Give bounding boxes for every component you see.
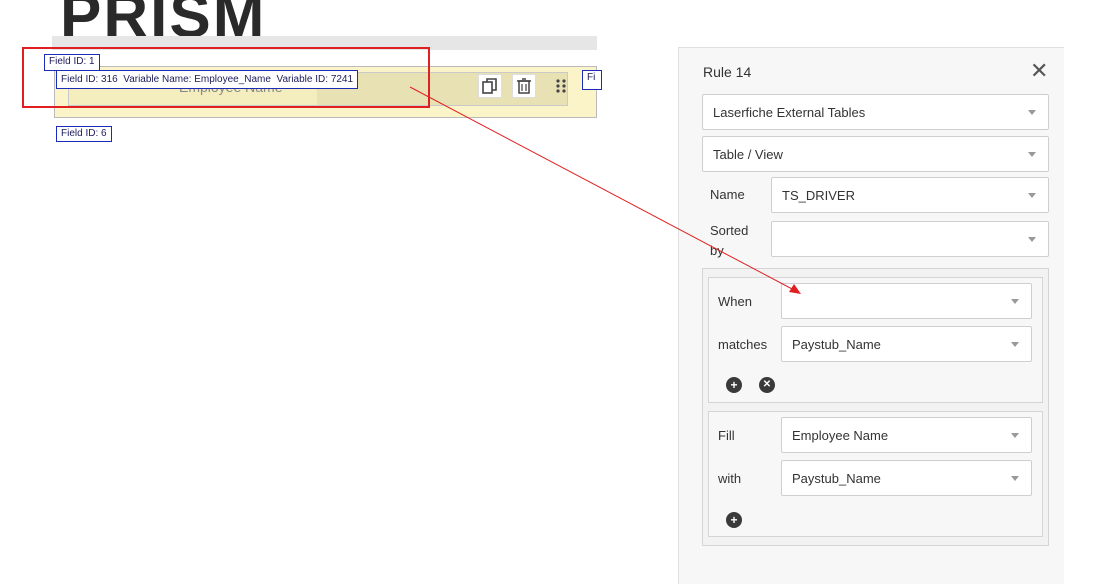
annotation-arrow [409,86,801,294]
